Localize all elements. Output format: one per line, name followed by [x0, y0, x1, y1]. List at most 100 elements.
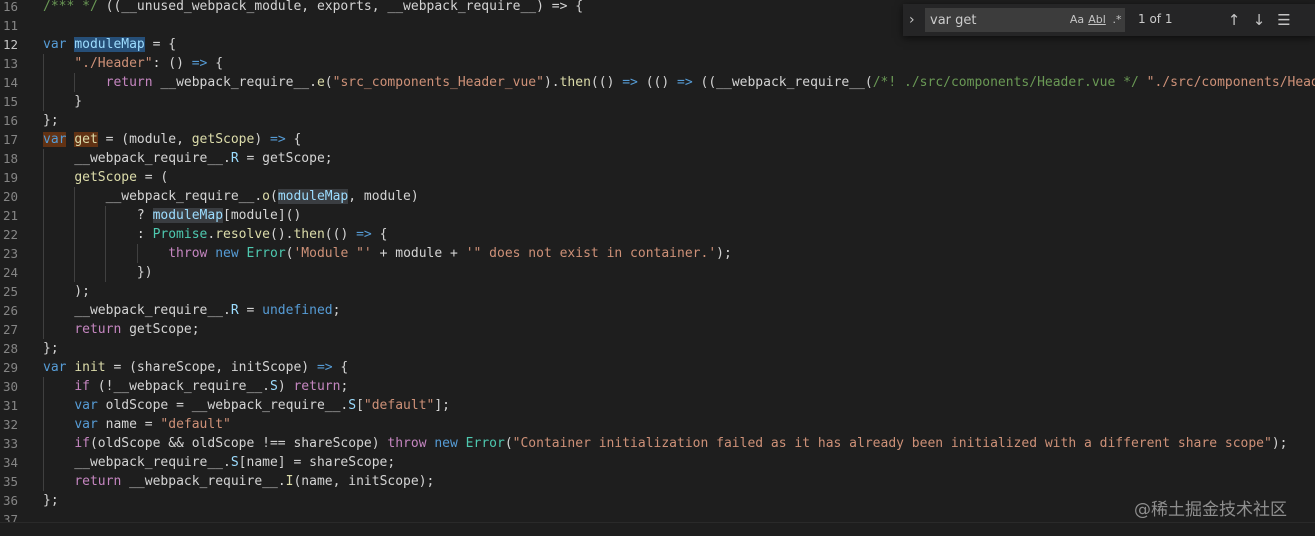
code-line[interactable]: 13 "./Header": () => {	[0, 54, 1315, 73]
code-token: var	[43, 360, 67, 375]
code-token: );	[716, 246, 732, 261]
find-input-box[interactable]: Aa Abl .*	[925, 8, 1125, 32]
whole-word-toggle[interactable]: Abl	[1088, 12, 1106, 28]
line-number: 33	[2, 436, 18, 451]
line-number: 35	[2, 474, 18, 489]
code-line[interactable]: 30 if (!__webpack_require__.S) return;	[0, 377, 1315, 396]
code-token: )	[254, 132, 270, 147]
code-line[interactable]: 29 var init = (shareScope, initScope) => …	[0, 358, 1315, 377]
code-line[interactable]: 25 );	[0, 282, 1315, 301]
code-token: ((__webpack_require__(	[692, 75, 873, 90]
code-token: return	[105, 75, 153, 90]
code-token: *** */	[50, 0, 106, 14]
code-line[interactable]: 15 }	[0, 92, 1315, 111]
match-case-toggle[interactable]: Aa	[1068, 12, 1086, 28]
code-line[interactable]: 18 __webpack_require__.R = getScope;	[0, 149, 1315, 168]
code-token: "./src/components/Header	[1146, 75, 1315, 90]
code-text: if (!__webpack_require__.S) return;	[43, 377, 348, 396]
code-token: };	[43, 493, 59, 508]
code-text: };	[43, 491, 59, 510]
code-line[interactable]: 19 getScope = (	[0, 168, 1315, 187]
code-token: }	[43, 94, 83, 109]
code-line[interactable]: 21 ? moduleMap[module]()	[0, 206, 1315, 225]
code-token: = (module,	[97, 132, 192, 147]
code-token: "src_components_Header_vue"	[332, 75, 544, 90]
code-line[interactable]: 20 __webpack_require__.o(moduleMap, modu…	[0, 187, 1315, 206]
code-line[interactable]: 17 var get = (module, getScope) => {	[0, 130, 1315, 149]
code-token: =>	[270, 132, 286, 147]
find-in-selection-icon[interactable]: ☰	[1275, 10, 1293, 30]
code-editor[interactable]: 16 /*** */ ((__unused_webpack_module, exp…	[0, 0, 1315, 522]
arrow-up-icon[interactable]: ↑	[1225, 10, 1243, 30]
code-line[interactable]: 35 return __webpack_require__.I(name, in…	[0, 472, 1315, 491]
code-line[interactable]: 14 return __webpack_require__.e("src_com…	[0, 73, 1315, 92]
line-number: 17	[2, 132, 18, 147]
code-line[interactable]: 16};	[0, 111, 1315, 130]
code-line[interactable]: 27 return getScope;	[0, 320, 1315, 339]
code-token: __webpack_require__.	[43, 151, 231, 166]
code-line[interactable]: 37	[0, 510, 1315, 522]
code-text: return __webpack_require__.e("src_compon…	[43, 73, 1315, 92]
code-token: };	[43, 341, 59, 356]
code-line[interactable]: 32 var name = "default"	[0, 415, 1315, 434]
code-token: moduleMap	[74, 37, 145, 52]
code-token: e	[316, 75, 325, 90]
code-token: var	[74, 417, 98, 432]
code-token: return	[74, 474, 122, 489]
arrow-down-icon[interactable]: ↓	[1250, 10, 1268, 30]
code-line[interactable]: 22 : Promise.resolve().then(() => {	[0, 225, 1315, 244]
line-number: 16	[2, 113, 18, 128]
code-token: return	[74, 322, 122, 337]
line-number: 29	[2, 360, 18, 375]
code-token: ;	[332, 303, 341, 318]
code-line[interactable]: 24 })	[0, 263, 1315, 282]
code-token: then	[559, 75, 591, 90]
chevron-right-icon[interactable]: ›	[909, 12, 921, 28]
code-token: get	[74, 132, 98, 147]
code-token: =>	[191, 56, 208, 71]
code-token: ;	[340, 379, 349, 394]
code-token: "Container initialization failed as it h…	[512, 436, 1272, 451]
code-line[interactable]: 23 throw new Error('Module "' + module +…	[0, 244, 1315, 263]
code-token: )	[277, 379, 294, 394]
horizontal-scrollbar[interactable]	[0, 522, 1315, 536]
code-line[interactable]: 36};	[0, 491, 1315, 510]
code-token: __webpack_require__.	[43, 303, 231, 318]
regex-toggle[interactable]: .*	[1108, 12, 1126, 28]
code-line[interactable]: 12 var moduleMap = {	[0, 35, 1315, 54]
code-token: "default"	[160, 417, 231, 432]
code-line[interactable]: 31 var oldScope = __webpack_require__.S[…	[0, 396, 1315, 415]
code-text: __webpack_require__.R = getScope;	[43, 149, 332, 168]
code-token: );	[43, 284, 90, 299]
code-token: __webpack_require__.	[43, 189, 263, 204]
code-text: var oldScope = __webpack_require__.S["de…	[43, 396, 450, 415]
code-token: ((__unused_webpack_module, exports, __we…	[105, 0, 584, 14]
code-token: new	[215, 246, 239, 261]
code-line[interactable]: 34 __webpack_require__.S[name] = shareSc…	[0, 453, 1315, 472]
code-line[interactable]: 33 if(oldScope && oldScope !== shareScop…	[0, 434, 1315, 453]
code-token: Error	[246, 246, 286, 261]
code-line[interactable]: 28};	[0, 339, 1315, 358]
code-token: R	[230, 303, 239, 318]
line-number: 28	[2, 341, 18, 356]
code-text: var moduleMap = {	[43, 35, 176, 54]
code-token: {	[207, 56, 224, 71]
code-token: __webpack_require__.	[152, 75, 317, 90]
find-input[interactable]	[930, 11, 1062, 29]
code-line[interactable]: 26 __webpack_require__.R = undefined;	[0, 301, 1315, 320]
code-text: getScope = (	[43, 168, 168, 187]
line-number: 23	[2, 246, 18, 261]
code-token: =>	[622, 75, 638, 90]
code-token: /	[43, 0, 51, 14]
line-number: 13	[2, 56, 18, 71]
code-token: R	[230, 151, 239, 166]
code-text: }	[43, 92, 82, 111]
